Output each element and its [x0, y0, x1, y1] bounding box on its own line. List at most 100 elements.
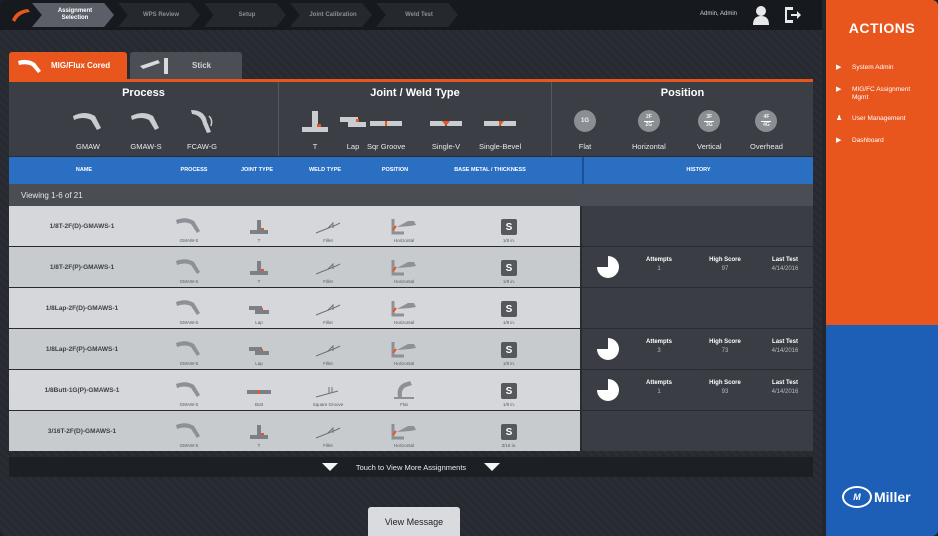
row-details[interactable]: 1/8T-2F(P)-GMAWS-1 GMAW-S T Fillet Horizonta…	[9, 247, 580, 287]
row-details[interactable]: 1/8Lap-2F(D)-GMAWS-1 GMAW-S Lap Fillet Horiz…	[9, 288, 580, 328]
column-header-process[interactable]: PROCESS	[159, 157, 229, 184]
breadcrumb-step-wps-review[interactable]: WPS Review	[118, 3, 200, 27]
weld-cell: Square Groove	[295, 370, 361, 410]
breadcrumb-step-weld-test[interactable]: Weld Test	[376, 3, 458, 27]
column-header-base-metal[interactable]: BASE METAL / THICKNESS	[425, 157, 555, 184]
position-value: Horizontal	[393, 443, 415, 448]
position-value: Horizontal	[393, 279, 415, 284]
view-message-button[interactable]: View Message	[368, 507, 460, 536]
tab-mig-flux-cored[interactable]: MIG/Flux Cored	[9, 52, 127, 79]
action-label: Dashboard	[852, 137, 884, 145]
process-option-gmaw[interactable]: GMAW	[71, 106, 105, 151]
breadcrumb-step-joint-calibration[interactable]: Joint Calibration	[290, 3, 372, 27]
joint-option-label: Single-V	[431, 142, 461, 151]
top-bar: Assignment Selection WPS Review Setup Jo…	[0, 0, 822, 30]
process-value: GMAW-S	[179, 320, 199, 325]
joint-cell: Lap	[229, 288, 289, 328]
joint-value: T	[257, 279, 261, 284]
table-row[interactable]: 1/8Butt-1G(P)-GMAWS-1 GMAW-S Butt Square Gr…	[9, 370, 813, 410]
joint-option-single-v[interactable]: Single-V	[429, 106, 463, 151]
action-mig-fc-assignment-mgmt[interactable]: ▶ MIG/FC Assignment Mgmt	[826, 80, 938, 109]
position-cell: Horizontal	[369, 288, 439, 328]
history-cell	[582, 206, 813, 246]
weld-value: Fillet	[323, 443, 333, 448]
user-icon[interactable]	[752, 5, 770, 25]
breadcrumb-step-assignment-selection[interactable]: Assignment Selection	[32, 3, 114, 27]
assignment-name: 1/8Lap-2F(P)-GMAWS-1	[45, 345, 119, 353]
table-row[interactable]: 1/8Lap-2F(D)-GMAWS-1 GMAW-S Lap Fillet Horiz…	[9, 288, 813, 328]
table-header: NAME PROCESS JOINT TYPE WELD TYPE POSITI…	[9, 157, 813, 184]
action-system-admin[interactable]: ▶ System Admin	[826, 58, 938, 80]
row-details[interactable]: 1/8T-2F(D)-GMAWS-1 GMAW-S T Fillet Horizonta…	[9, 206, 580, 246]
position-cell: Horizontal	[369, 411, 439, 451]
welding-torch-logo-icon	[12, 9, 30, 22]
fillet-weld-symbol-icon	[315, 221, 341, 234]
breadcrumb-step-setup[interactable]: Setup	[204, 3, 286, 27]
tab-stick[interactable]: Stick	[130, 52, 242, 79]
steel-badge: S	[501, 424, 517, 440]
row-details[interactable]: 1/8Lap-2F(P)-GMAWS-1 GMAW-S Lap Fillet Horiz…	[9, 329, 580, 369]
position-1g-icon: 1G	[574, 110, 596, 132]
joint-option-t[interactable]: T	[301, 106, 329, 151]
joint-filter-group: Joint / Weld Type T Lap Sqr Groove Singl…	[279, 82, 552, 156]
column-header-weld-type[interactable]: WELD TYPE	[285, 157, 365, 184]
view-more-label: Touch to View More Assignments	[355, 462, 467, 472]
position-value: Horizontal	[393, 238, 415, 243]
position-option-horizontal[interactable]: 2F 2G Horizontal	[632, 106, 666, 151]
actions-list: ▶ System Admin ▶ MIG/FC Assignment Mgmt ♟ U…	[826, 58, 938, 153]
steel-badge: S	[501, 301, 517, 317]
joint-option-single-bevel[interactable]: Single-Bevel	[479, 106, 521, 151]
base-metal-cell: S 1/8 in.	[469, 288, 549, 328]
user-name: Admin, Admin	[700, 11, 738, 17]
miller-wordmark: Miller	[874, 489, 911, 505]
column-header-position[interactable]: POSITION	[365, 157, 425, 184]
t-joint-icon	[250, 261, 268, 275]
joint-cell: T	[229, 247, 289, 287]
action-user-management[interactable]: ♟ User Management	[826, 109, 938, 131]
history-last-test: Last Test 4/14/2016	[771, 257, 799, 272]
position-value: Flat	[400, 402, 408, 407]
actions-panel	[826, 0, 938, 325]
table-row[interactable]: 1/8Lap-2F(P)-GMAWS-1 GMAW-S Lap Fillet Horiz…	[9, 329, 813, 369]
logout-icon[interactable]	[782, 5, 802, 25]
position-option-flat[interactable]: 1G Flat	[574, 106, 596, 151]
horizontal-position-icon	[391, 301, 416, 317]
row-details[interactable]: 3/16T-2F(D)-GMAWS-1 GMAW-S T Fillet Horizont…	[9, 411, 580, 451]
position-option-vertical[interactable]: 3F 3G Vertical	[697, 106, 722, 151]
breadcrumb: Assignment Selection WPS Review Setup Jo…	[32, 3, 462, 27]
process-value: GMAW-S	[179, 279, 199, 284]
process-option-fcaw-g[interactable]: FCAW-G	[187, 106, 217, 151]
lap-joint-icon	[249, 306, 269, 314]
process-option-gmaw-s[interactable]: GMAW-S	[129, 106, 163, 151]
table-row[interactable]: 3/16T-2F(D)-GMAWS-1 GMAW-S T Fillet Horizont…	[9, 411, 813, 451]
joint-value: T	[257, 238, 261, 243]
joint-option-sqr-groove[interactable]: Sqr Groove	[367, 106, 405, 151]
table-row[interactable]: 1/8T-2F(P)-GMAWS-1 GMAW-S T Fillet Horizonta…	[9, 247, 813, 287]
position-option-label: Flat	[578, 142, 592, 151]
actions-sidebar: ACTIONS ▶ System Admin ▶ MIG/FC Assignment…	[826, 0, 938, 536]
weld-cell: Fillet	[295, 288, 361, 328]
joint-option-label: Lap	[346, 142, 360, 151]
position-2f-2g-icon: 2F 2G	[637, 110, 660, 132]
position-option-overhead[interactable]: 4F 4G Overhead	[750, 106, 783, 151]
fillet-weld-symbol-icon	[315, 344, 341, 357]
process-cell: GMAW-S	[159, 206, 219, 246]
column-header-name[interactable]: NAME	[9, 157, 159, 184]
column-header-joint-type[interactable]: JOINT TYPE	[229, 157, 285, 184]
score-pie-icon	[597, 256, 619, 278]
row-details[interactable]: 1/8Butt-1G(P)-GMAWS-1 GMAW-S Butt Square Gr…	[9, 370, 580, 410]
viewing-count: Viewing 1-6 of 21	[9, 184, 813, 206]
view-more-bar[interactable]: Touch to View More Assignments	[9, 457, 813, 477]
play-icon: ▶	[836, 137, 842, 145]
steel-badge: S	[501, 260, 517, 276]
joint-option-lap[interactable]: Lap	[339, 106, 367, 151]
action-dashboard[interactable]: ▶ Dashboard	[826, 131, 938, 153]
position-cell: Horizontal	[369, 206, 439, 246]
table-row[interactable]: 1/8T-2F(D)-GMAWS-1 GMAW-S T Fillet Horizonta…	[9, 206, 813, 246]
horizontal-position-icon	[391, 424, 416, 440]
action-label: System Admin	[852, 64, 894, 71]
horizontal-position-icon	[391, 219, 416, 235]
base-metal-cell: S 1/8 in.	[469, 206, 549, 246]
gmaw-s-gun-icon	[176, 259, 200, 274]
position-filter-title: Position	[660, 87, 705, 99]
